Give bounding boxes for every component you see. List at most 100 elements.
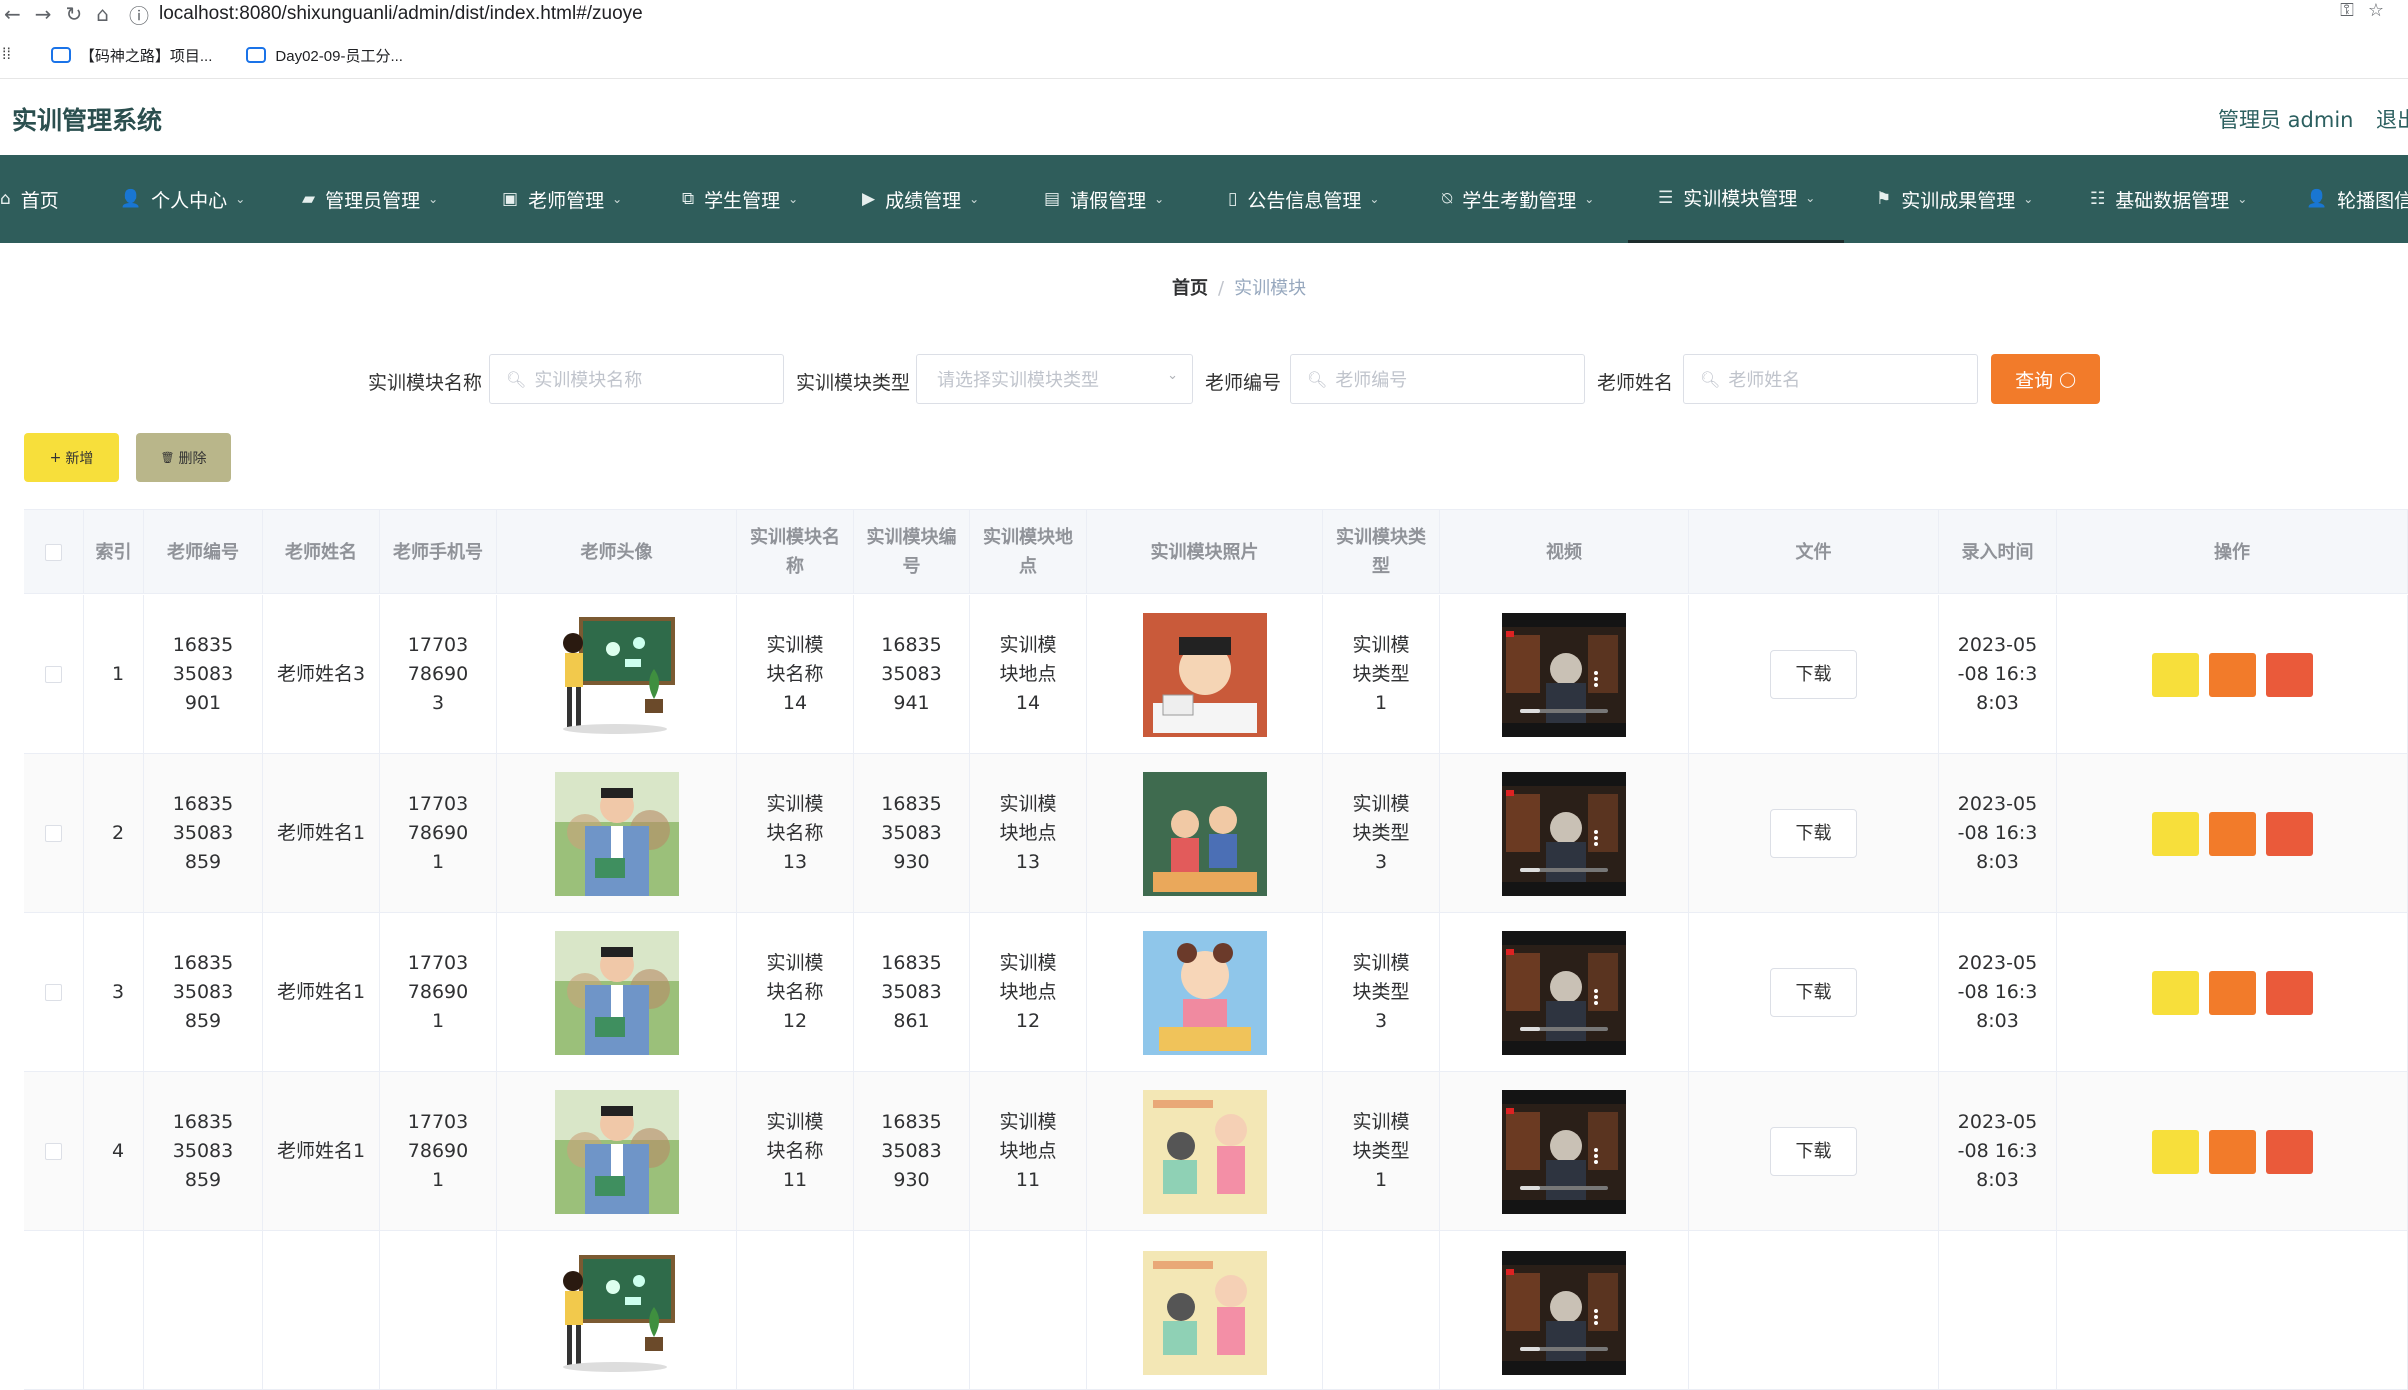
cell-text: 1683535083941 — [881, 634, 942, 714]
nav-item-profile[interactable]: 👤 个人中心 ⌄ — [120, 155, 245, 243]
delete-row-button[interactable] — [2265, 1129, 2313, 1174]
nav-item-student[interactable]: ⧉ 学生管理 ⌄ — [682, 155, 798, 243]
download-button[interactable]: 下载 — [1770, 1127, 1857, 1176]
edit-button[interactable] — [2208, 970, 2256, 1015]
chevron-down-icon: ⌄ — [969, 192, 980, 206]
teacher-avatar — [554, 771, 679, 896]
star-icon[interactable]: ☆ — [2368, 0, 2398, 21]
table-row: 3 1683535083859 老师姓名1 17703786901 实训模块名称12 16… — [24, 913, 2408, 1072]
table-cell — [1440, 595, 1689, 754]
row-checkbox[interactable] — [45, 984, 62, 1001]
trash-icon: 🗑︎ — [160, 451, 175, 464]
teacher-name-input[interactable]: 🔍︎ 老师姓名 — [1683, 354, 1978, 404]
select-all-checkbox[interactable] — [45, 543, 62, 561]
cell-text: 1 — [112, 663, 125, 685]
breadcrumb-home[interactable]: 首页 — [1172, 278, 1208, 299]
table-cell — [1087, 754, 1323, 913]
user-icon: 👤 — [120, 189, 142, 209]
table-cell: 4 — [84, 1072, 144, 1231]
nav-item-attendance[interactable]: ⍉ 学生考勤管理 ⌄ — [1442, 155, 1594, 243]
table-cell: 实训模块名称13 — [737, 754, 854, 913]
nav-item-basic[interactable]: ☷ 基础数据管理 ⌄ — [2090, 155, 2247, 243]
search-icon: 🔍︎ — [1700, 369, 1721, 389]
delete-row-button[interactable] — [2265, 970, 2313, 1015]
cell-text: 老师姓名1 — [276, 822, 366, 844]
table-cell: 下载 — [1689, 754, 1939, 913]
table-cell: 17703786903 — [380, 595, 497, 754]
nav-item-teacher[interactable]: ▣ 老师管理 ⌄ — [502, 155, 622, 243]
nav-item-leave[interactable]: ▤ 请假管理 ⌄ — [1044, 155, 1164, 243]
video-player[interactable] — [1502, 771, 1626, 896]
view-button[interactable] — [2151, 811, 2199, 856]
chevron-down-icon: ⌄ — [1584, 192, 1595, 206]
cell-text: 实训模块地点12 — [999, 952, 1057, 1032]
column-header: 实训模块编号 — [854, 510, 970, 594]
cell-text: 老师姓名1 — [276, 981, 366, 1003]
module-photo — [1142, 612, 1267, 737]
cell-text: 实训模块名称14 — [766, 634, 824, 714]
bookmark-item[interactable]: 【码神之路】项目... — [50, 45, 212, 66]
query-button[interactable]: 查询 ◯ — [1991, 354, 2100, 404]
cell-text: 2 — [112, 822, 125, 844]
row-checkbox[interactable] — [45, 825, 62, 842]
cell-text: 2023-05-08 16:38:03 — [1957, 634, 2038, 714]
edit-button[interactable] — [2208, 811, 2256, 856]
forward-icon[interactable]: → — [35, 2, 52, 26]
address-input[interactable]: localhost:8080/shixunguanli/admin/dist/i… — [159, 3, 643, 25]
nav-item-notice[interactable]: ▯ 公告信息管理 ⌄ — [1228, 155, 1379, 243]
module-name-input[interactable]: 🔍︎ 实训模块名称 — [489, 354, 784, 404]
table-cell: 实训模块名称11 — [737, 1072, 854, 1231]
table-cell: 实训模块地点14 — [970, 595, 1087, 754]
bookmark-icon — [246, 47, 267, 63]
table-cell: 1683535083859 — [144, 1072, 263, 1231]
video-player[interactable] — [1502, 930, 1626, 1055]
back-icon[interactable]: ← — [4, 2, 21, 26]
view-button[interactable] — [2151, 1129, 2199, 1174]
data-table: 索引 老师编号 老师姓名 老师手机号 老师头像 实训模块名称 实训模块编号 实训模块地点 实训模… — [24, 509, 2408, 1390]
logout-link[interactable]: 退出 — [2376, 104, 2408, 134]
table-cell — [1087, 913, 1323, 1072]
delete-button[interactable]: 🗑︎ 删除 — [136, 433, 231, 482]
delete-row-button[interactable] — [2265, 811, 2313, 856]
module-type-select[interactable]: 请选择实训模块类型 ⌄ — [916, 354, 1193, 404]
apps-icon[interactable]: ⁞⁞ — [2, 46, 11, 64]
site-info-icon[interactable]: ⓘ — [129, 0, 149, 29]
chevron-down-icon: ⌄ — [1167, 368, 1178, 383]
video-player[interactable] — [1502, 612, 1626, 737]
key-icon[interactable]: ⚿ — [2340, 0, 2368, 21]
nav-item-carousel[interactable]: 👤 轮播图信 — [2306, 155, 2408, 243]
nav-item-home[interactable]: ⌂ 首页 — [0, 155, 59, 243]
home-browser-icon[interactable]: ⌂ — [96, 2, 109, 26]
table-cell: 实训模块地点13 — [970, 754, 1087, 913]
video-player[interactable] — [1502, 1251, 1626, 1375]
app-header: 实训管理系统 管理员 admin 退出 — [0, 79, 2408, 155]
table-cell: 老师姓名1 — [263, 913, 380, 1072]
view-button[interactable] — [2151, 970, 2199, 1015]
row-checkbox[interactable] — [45, 666, 62, 683]
table-cell — [1440, 1072, 1689, 1231]
nav-item-admin[interactable]: ▰ 管理员管理 ⌄ — [302, 155, 438, 243]
table-cell — [1440, 1231, 1689, 1390]
cell-text: 老师姓名3 — [276, 663, 366, 685]
cell-text: 实训模块名称13 — [766, 793, 824, 873]
edit-button[interactable] — [2208, 652, 2256, 697]
nav-item-module[interactable]: ☰ 实训模块管理 ⌄ — [1628, 155, 1844, 243]
nav-item-result[interactable]: ⚑ 实训成果管理 ⌄ — [1876, 155, 2033, 243]
download-button[interactable]: 下载 — [1770, 968, 1857, 1017]
download-button[interactable]: 下载 — [1770, 650, 1857, 699]
delete-row-button[interactable] — [2265, 652, 2313, 697]
add-button[interactable]: + 新增 — [24, 433, 119, 482]
edit-button[interactable] — [2208, 1129, 2256, 1174]
main-nav: ⌂ 首页 👤 个人中心 ⌄ ▰ 管理员管理 ⌄ ▣ 老师管理 ⌄ ⧉ 学生管理 ⌄ ▶ 成绩管理 ⌄ … — [0, 155, 2408, 243]
table-cell: 17703786901 — [380, 754, 497, 913]
row-checkbox[interactable] — [45, 1143, 62, 1160]
view-button[interactable] — [2151, 652, 2199, 697]
video-player[interactable] — [1502, 1089, 1626, 1214]
teacher-no-input[interactable]: 🔍︎ 老师编号 — [1290, 354, 1585, 404]
download-button[interactable]: 下载 — [1770, 809, 1857, 858]
nav-item-score[interactable]: ▶ 成绩管理 ⌄ — [862, 155, 979, 243]
reload-icon[interactable]: ↻ — [66, 2, 83, 26]
bookmark-item[interactable]: Day02-09-员工分... — [246, 45, 403, 66]
table-cell — [1440, 913, 1689, 1072]
cell-text: 实训模块类型1 — [1352, 634, 1410, 714]
